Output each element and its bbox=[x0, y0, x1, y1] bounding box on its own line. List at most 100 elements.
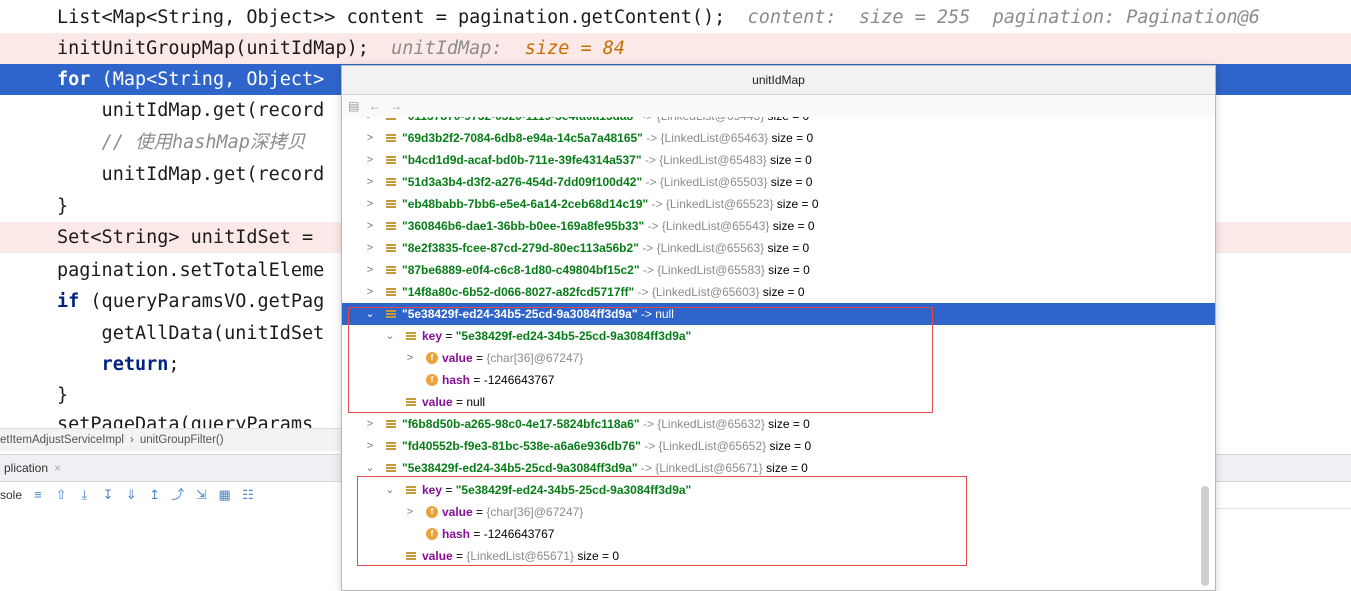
chevron-right-icon[interactable]: > bbox=[364, 281, 376, 303]
run-tab-application[interactable]: plication × bbox=[0, 455, 65, 481]
entry-value: {LinkedList@65463} bbox=[660, 131, 769, 145]
code-segment: unitIdMap.get(record bbox=[57, 100, 325, 121]
map-entry-row[interactable]: > "eb48babb-7bb6-e5e4-6a14-2ceb68d14c19" … bbox=[342, 193, 1215, 215]
force-step-into-icon[interactable]: ⇓ bbox=[124, 482, 139, 508]
drop-frame-icon[interactable]: ⤴ bbox=[170, 482, 185, 508]
code-segment: (Map<String, Object> bbox=[90, 69, 325, 90]
code-comment: // 使用hashMap深拷贝 bbox=[57, 132, 306, 153]
row-text: "8e2f3835-fcee-87cd-279d-80ec113a56b2" -… bbox=[402, 237, 809, 259]
code-segment: pagination.setTotalEleme bbox=[57, 260, 325, 281]
step-over-icon[interactable]: ⤓ bbox=[77, 482, 92, 508]
entry-value: {LinkedList@65632} bbox=[657, 417, 765, 431]
chevron-right-icon[interactable]: > bbox=[364, 237, 376, 259]
entry-arrow: -> bbox=[642, 175, 660, 189]
map-entry-row[interactable]: > "8e2f3835-fcee-87cd-279d-80ec113a56b2" … bbox=[342, 237, 1215, 259]
entry-size: size = 0 bbox=[764, 417, 810, 431]
entry-key: "14f8a80c-6b52-d066-8027-a82fcd5717ff" bbox=[402, 285, 635, 299]
list-icon bbox=[386, 177, 396, 187]
step-out-icon[interactable]: ↥ bbox=[147, 482, 162, 508]
chevron-right-icon[interactable]: > bbox=[364, 127, 376, 149]
entry-arrow: -> bbox=[639, 263, 658, 277]
breadcrumb-class[interactable]: etItemAdjustServiceImpl bbox=[0, 434, 124, 446]
trace-icon[interactable]: ☷ bbox=[240, 482, 255, 508]
chevron-right-icon[interactable]: > bbox=[364, 215, 376, 237]
row-text: "eb48babb-7bb6-e5e4-6a14-2ceb68d14c19" -… bbox=[402, 193, 819, 215]
entry-key: "5e38429f-ed24-34b5-25cd-9a3084ff3d9a" bbox=[402, 461, 638, 475]
entry-size: size = 0 bbox=[766, 153, 812, 167]
divider bbox=[1212, 508, 1351, 509]
entry-key: "87be6889-e0f4-c6c8-1d80-c49804bf15c2" bbox=[402, 263, 640, 277]
list-icon bbox=[386, 265, 396, 275]
entry-key: "b4cd1d9d-acaf-bd0b-711e-39fe4314a537" bbox=[402, 153, 642, 167]
inline-debug-hint: unitIdMap: bbox=[368, 38, 503, 59]
code-segment: initUnitGroupMap(unitIdMap); bbox=[57, 38, 369, 59]
menu-icon[interactable]: ≡ bbox=[30, 482, 45, 508]
list-icon bbox=[386, 155, 396, 165]
layout-icon[interactable]: ▤ bbox=[348, 99, 359, 113]
step-into-icon[interactable]: ↧ bbox=[100, 482, 115, 508]
row-text: "51d3a3b4-d3f2-a276-454d-7dd09f100d42" -… bbox=[402, 171, 812, 193]
code-line[interactable]: List<Map<String, Object>> content = pagi… bbox=[0, 2, 1351, 33]
scrollbar[interactable] bbox=[1201, 486, 1209, 586]
chevron-right-icon[interactable]: > bbox=[364, 149, 376, 171]
map-entry-row[interactable]: > "51d3a3b4-d3f2-a276-454d-7dd09f100d42" … bbox=[342, 171, 1215, 193]
show-execution-point-icon[interactable]: ⇧ bbox=[54, 482, 69, 508]
back-arrow-icon[interactable]: ← bbox=[369, 99, 381, 113]
entry-arrow: -> bbox=[642, 131, 661, 145]
evaluate-expression-icon[interactable]: ▦ bbox=[217, 482, 232, 508]
entry-size: size = 0 bbox=[764, 117, 810, 123]
forward-arrow-icon[interactable]: → bbox=[390, 99, 402, 113]
chevron-right-icon[interactable]: > bbox=[364, 435, 376, 457]
list-icon bbox=[386, 199, 396, 209]
code-text: getAllData(unitIdSet bbox=[57, 318, 325, 349]
entry-size: size = 0 bbox=[764, 241, 810, 255]
code-segment: (queryParamsVO.getPag bbox=[79, 291, 325, 312]
map-entry-row[interactable]: > "01137870-9732-0320-1119-3e4fa0a13da8" … bbox=[342, 117, 1215, 127]
map-entry-row[interactable]: > "14f8a80c-6b52-d066-8027-a82fcd5717ff" … bbox=[342, 281, 1215, 303]
breadcrumb-separator: › bbox=[130, 434, 134, 446]
code-segment: getAllData(unitIdSet bbox=[57, 323, 325, 344]
breadcrumb-method[interactable]: unitGroupFilter() bbox=[140, 434, 224, 446]
entry-size: size = 0 bbox=[769, 219, 815, 233]
entry-arrow: -> bbox=[634, 285, 652, 299]
list-icon bbox=[386, 287, 396, 297]
entry-size: size = 0 bbox=[766, 439, 812, 453]
code-line[interactable]: initUnitGroupMap(unitIdMap); unitIdMap: … bbox=[0, 33, 1351, 64]
entry-value: {LinkedList@65652} bbox=[658, 439, 767, 453]
map-entry-row[interactable]: > "b4cd1d9d-acaf-bd0b-711e-39fe4314a537" … bbox=[342, 149, 1215, 171]
code-segment: Set<String> unitIdSet = bbox=[57, 227, 325, 248]
entry-key: "eb48babb-7bb6-e5e4-6a14-2ceb68d14c19" bbox=[402, 197, 649, 211]
console-tab-label[interactable]: sole bbox=[0, 488, 22, 502]
run-tab-label: plication bbox=[4, 461, 49, 475]
chevron-right-icon[interactable]: > bbox=[364, 413, 376, 435]
variable-inspector-popup[interactable]: unitIdMap ▤ ← → > "01137870-9732-0320-111… bbox=[341, 65, 1216, 591]
close-icon[interactable]: × bbox=[54, 461, 61, 475]
row-text: "14f8a80c-6b52-d066-8027-a82fcd5717ff" -… bbox=[402, 281, 805, 303]
chevron-right-icon[interactable]: > bbox=[364, 171, 376, 193]
code-text: Set<String> unitIdSet = bbox=[57, 222, 324, 253]
console-toolbar: sole ≡ ⇧ ⤓ ↧ ⇓ ↥ ⤴ ⇲ ▦ ☷ bbox=[0, 482, 345, 508]
row-text: "b4cd1d9d-acaf-bd0b-711e-39fe4314a537" -… bbox=[402, 149, 812, 171]
row-text: "360846b6-dae1-36bb-b0ee-169a8fe95b33" -… bbox=[402, 215, 815, 237]
chevron-right-icon[interactable]: > bbox=[364, 193, 376, 215]
entry-size: size = 0 bbox=[762, 461, 808, 475]
map-entry-row[interactable]: > "87be6889-e0f4-c6c8-1d80-c49804bf15c2" … bbox=[342, 259, 1215, 281]
code-text: if (queryParamsVO.getPag bbox=[57, 286, 324, 317]
run-to-cursor-icon[interactable]: ⇲ bbox=[194, 482, 209, 508]
entry-size: size = 0 bbox=[773, 197, 819, 211]
map-entry-row[interactable]: > "360846b6-dae1-36bb-b0ee-169a8fe95b33" … bbox=[342, 215, 1215, 237]
entry-key: "360846b6-dae1-36bb-b0ee-169a8fe95b33" bbox=[402, 219, 645, 233]
entry-arrow: -> bbox=[644, 219, 662, 233]
entry-value: {LinkedList@65603} bbox=[651, 285, 760, 299]
chevron-right-icon[interactable]: > bbox=[364, 117, 376, 127]
inline-debug-value: size = 84 bbox=[502, 38, 626, 59]
chevron-right-icon[interactable]: > bbox=[364, 259, 376, 281]
map-entry-row[interactable]: > "69d3b2f2-7084-6db8-e94a-14c5a7a48165" … bbox=[342, 127, 1215, 149]
map-entry-row[interactable]: > "fd40552b-f9e3-81bc-538e-a6a6e936db76" … bbox=[342, 435, 1215, 457]
map-entry-row[interactable]: > "f6b8d50b-a265-98c0-4e17-5824bfc118a6" … bbox=[342, 413, 1215, 435]
row-text: "87be6889-e0f4-c6c8-1d80-c49804bf15c2" -… bbox=[402, 259, 810, 281]
breadcrumb: etItemAdjustServiceImpl › unitGroupFilter(… bbox=[0, 428, 345, 451]
entry-arrow: -> bbox=[639, 417, 658, 431]
entry-arrow: -> bbox=[641, 153, 660, 167]
entry-size: size = 0 bbox=[767, 175, 813, 189]
